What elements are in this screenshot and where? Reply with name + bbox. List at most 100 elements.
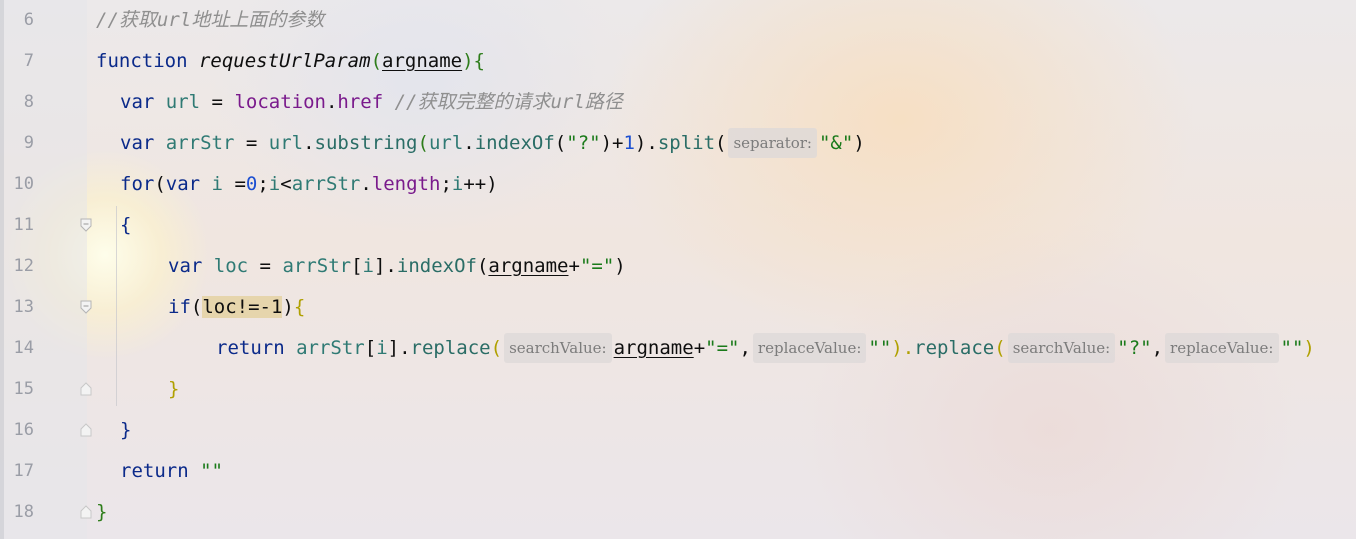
line-number: 7 [23,51,34,71]
operator: = [200,91,235,113]
parameter-hint: separator: [728,128,817,158]
paren: ( [154,173,166,195]
paren: ( [715,132,727,154]
semicolon: ; [440,173,452,195]
code-text[interactable]: { [120,205,131,246]
line-number: 14 [13,338,34,358]
code-line-9[interactable]: 9 var arrStr = url.substring(url.indexOf… [0,123,1356,164]
line-number: 9 [23,133,34,153]
property: href [337,91,384,113]
code-text[interactable]: return arrStr[i].replace(searchValue: arg… [216,328,1315,369]
code-text[interactable]: var url = location.href //获取完整的请求url路径 [120,82,623,123]
variable-ref: arrStr [291,173,361,195]
code-text[interactable]: return "" [120,451,223,492]
code-text[interactable]: function requestUrlParam(argname){ [96,41,485,82]
operator: + [568,255,580,277]
method: indexOf [474,132,555,154]
method: replace [914,337,995,359]
operator: ). [634,132,658,154]
line-number: 17 [13,461,34,481]
line-number: 10 [13,174,34,194]
paren: ) [282,296,294,318]
string-literal: "" [188,460,223,482]
fold-end-icon[interactable] [80,505,92,519]
code-line-11[interactable]: 11 { [0,205,1356,246]
variable-ref: i [268,173,281,195]
variable-ref: i [362,255,374,277]
code-line-17[interactable]: 17 return "" [0,451,1356,492]
code-line-15[interactable]: 15 } [0,369,1356,410]
code-text[interactable]: for(var i =0;i<arrStr.length;i++) [120,164,498,205]
number-literal: 0 [245,173,258,195]
variable: i [200,173,235,195]
operator: )+ [600,132,624,154]
code-text[interactable]: } [120,410,131,451]
code-text[interactable]: } [96,492,107,533]
dot: . [325,91,338,113]
parameter-hint: searchValue: [504,333,612,363]
code-line-12[interactable]: 12 var loc = arrStr[i].indexOf(argname+"… [0,246,1356,287]
code-text[interactable]: if(loc!=-1){ [168,287,305,328]
line-number: 16 [13,420,34,440]
string-literal: "&" [818,132,854,154]
line-number: 11 [13,215,34,235]
code-line-18[interactable]: 18 } [0,492,1356,533]
string-literal: "?" [566,132,601,154]
keyword: if [168,296,191,318]
code-editor[interactable]: 6 //获取url地址上面的参数 7 function requestUrlPa… [0,0,1356,539]
code-line-8[interactable]: 8 var url = location.href //获取完整的请求url路径 [0,82,1356,123]
bracket: [ [351,255,363,277]
keyword: return [120,460,189,482]
parameter-hint: searchValue: [1007,333,1116,363]
code-line-16[interactable]: 16 } [0,410,1356,451]
operator: = [248,255,283,277]
number-literal: 1 [623,132,635,154]
code-text[interactable]: } [168,369,179,410]
fold-toggle-icon[interactable] [80,218,92,232]
fold-end-icon[interactable] [80,382,92,396]
string-literal: "?" [1117,337,1152,359]
operator: + [693,337,706,359]
parameter-ref: argname [613,337,694,359]
code-line-7[interactable]: 7 function requestUrlParam(argname){ [0,41,1356,82]
keyword: for [120,173,155,195]
keyword: var [120,132,155,154]
paren: ( [994,337,1006,359]
comma: , [739,337,751,359]
variable-ref: arrStr [296,337,365,359]
parameter-hint: replaceValue: [1165,333,1279,363]
code-line-13[interactable]: 13 if(loc!=-1){ [0,287,1356,328]
code-line-10[interactable]: 10 for(var i =0;i<arrStr.length;i++) [0,164,1356,205]
parameter-hint: replaceValue: [752,333,867,363]
method: indexOf [396,255,477,277]
fold-toggle-icon[interactable] [80,300,92,314]
paren: ) [1303,337,1315,359]
dot: . [463,132,475,154]
string-literal: "=" [579,255,615,277]
variable-ref: url [428,132,464,154]
code-line-6[interactable]: 6 //获取url地址上面的参数 [0,0,1356,41]
code-text[interactable]: //获取url地址上面的参数 [96,0,324,41]
keyword: var [168,255,203,277]
paren: ) [614,255,626,277]
comma: , [1151,337,1164,359]
paren: ). [891,337,915,359]
object: location [234,91,326,113]
code-text[interactable]: var arrStr = url.substring(url.indexOf("… [120,123,865,164]
operator: = [234,132,269,154]
parameter-ref: argname [488,255,569,277]
paren: ( [417,132,429,154]
code-line-14[interactable]: 14 return arrStr[i].replace(searchValue:… [0,328,1356,369]
code-text[interactable]: var loc = arrStr[i].indexOf(argname+"=") [168,246,626,287]
highlighted-expression: loc!=-1 [202,296,283,318]
bracket: [ [364,337,377,359]
operator: = [234,173,246,195]
fold-end-icon[interactable] [80,423,92,437]
brace: } [96,501,108,523]
dot: . [303,132,315,154]
keyword: var [165,173,201,195]
variable: arrStr [165,132,235,154]
keyword: function [96,50,188,72]
paren: ( [554,132,567,154]
paren: ( [490,337,503,359]
